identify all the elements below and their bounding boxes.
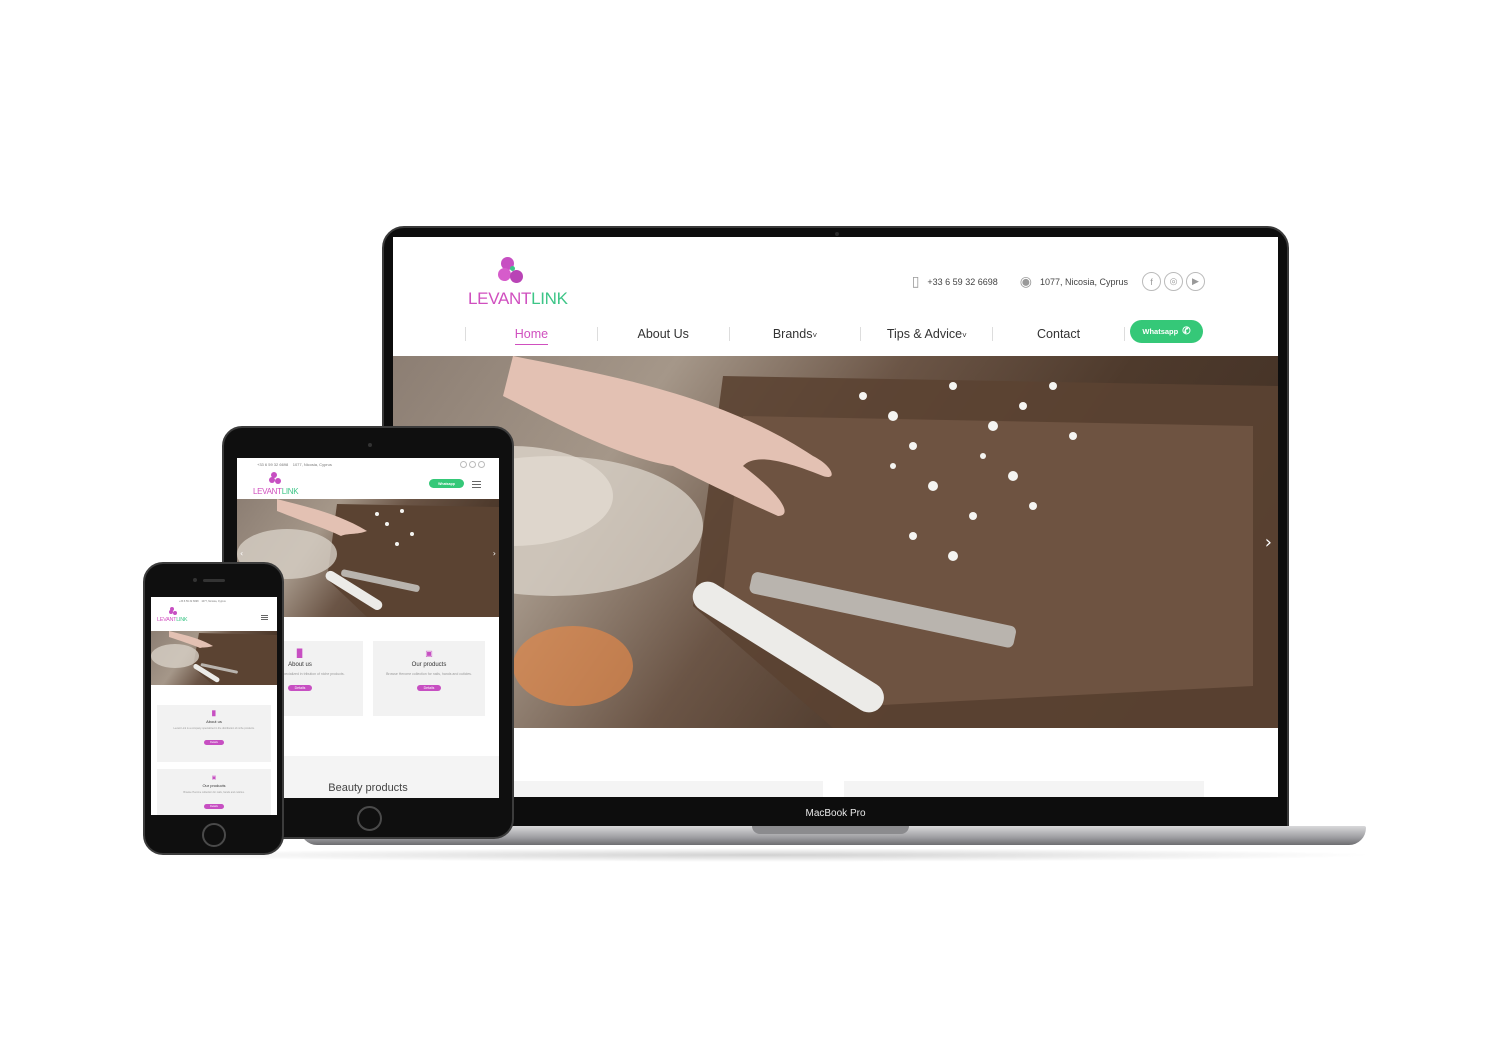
chevron-down-icon: ˅ [812, 331, 818, 340]
logo[interactable]: LEVANTLINK [253, 472, 303, 500]
hero-image [151, 631, 277, 685]
camera-icon [368, 443, 372, 447]
iphone-device: +33 6 59 32 6698 1077, Nicosia, Cyprus L… [143, 562, 284, 855]
products-icon: ▣ [425, 649, 433, 658]
products-card-desc: Browse Herome collection for nails, hand… [183, 791, 245, 794]
slider-next-arrow[interactable]: › [1265, 532, 1272, 553]
slider-next-arrow[interactable]: › [493, 549, 496, 558]
contact-info: +33 6 59 32 6698 1077, Nicosia, Cyprus [179, 600, 226, 603]
nav-brands[interactable]: Brands˅ [730, 327, 861, 341]
device-label: MacBook Pro [805, 808, 866, 819]
card-placeholder [493, 781, 823, 797]
content-area [393, 728, 1278, 797]
whatsapp-button[interactable]: Whatsapp ✆ [1130, 320, 1203, 343]
home-button[interactable] [202, 823, 226, 847]
site-header: LEVANTLINK ▯ +33 6 59 32 6698 ◉ 1077, Ni… [393, 237, 1278, 355]
products-icon: ▣ [211, 775, 217, 781]
facebook-icon[interactable] [460, 461, 467, 468]
logo-flower-icon [496, 257, 530, 287]
phone-number[interactable]: +33 6 59 32 6698 [927, 277, 997, 287]
about-card-title: About us [206, 719, 222, 724]
location-pin-icon: ◉ [1019, 273, 1032, 289]
contact-info: +33 6 59 32 6698 1077, Nicosia, Cyprus [257, 462, 332, 467]
card-placeholder [844, 781, 1204, 797]
main-nav: Home About Us Brands˅ Tips & Advice˅ Con… [465, 323, 1205, 345]
products-details-button[interactable]: Details [204, 804, 224, 809]
instagram-icon[interactable]: ◎ [1164, 272, 1183, 291]
chevron-down-icon: ˅ [962, 331, 967, 340]
speaker [203, 579, 225, 582]
youtube-icon[interactable]: ▶ [1186, 272, 1205, 291]
laptop-website: LEVANTLINK ▯ +33 6 59 32 6698 ◉ 1077, Ni… [393, 237, 1278, 797]
whatsapp-icon: ✆ [1182, 326, 1191, 337]
about-card-desc: Levant Link is a company specialized in … [173, 727, 255, 730]
menu-icon[interactable] [261, 615, 268, 622]
nav-tips[interactable]: Tips & Advice˅ [861, 327, 992, 341]
instagram-icon[interactable] [469, 461, 476, 468]
about-details-button[interactable]: Details [287, 685, 313, 691]
camera-icon [835, 232, 839, 236]
products-card-title: Our products [411, 662, 447, 668]
products-card: ▣ Our products Browse Herome collection … [373, 641, 485, 716]
hero-image [403, 356, 1278, 728]
phone-icon: ▯ [911, 273, 920, 289]
nav-about[interactable]: About Us [598, 327, 729, 341]
facebook-icon[interactable]: f [1142, 272, 1161, 291]
address: 1077, Nicosia, Cyprus [1039, 276, 1128, 287]
logo[interactable]: LEVANTLINK [468, 255, 568, 311]
book-icon: ▉ [212, 711, 216, 717]
macbook-notch [752, 826, 909, 834]
logo-flower-icon [169, 607, 179, 617]
about-card: ▉ About us Levant Link is a company spec… [157, 705, 271, 762]
whatsapp-button[interactable]: Whatsapp [429, 479, 464, 488]
contact-info: ▯ +33 6 59 32 6698 ◉ 1077, Nicosia, Cypr… [912, 273, 1128, 290]
products-card: ▣ Our products Browse Herome collection … [157, 769, 271, 815]
logo-text: LEVANTLINK [157, 617, 188, 623]
products-card-title: Our products [202, 783, 226, 788]
nav-home[interactable]: Home [466, 327, 597, 345]
logo-text: LEVANTLINK [253, 487, 299, 496]
logo[interactable]: LEVANTLINK [157, 607, 193, 629]
laptop-shadow [140, 848, 1380, 862]
macbook-screen: LEVANTLINK ▯ +33 6 59 32 6698 ◉ 1077, Ni… [382, 226, 1289, 828]
hero-slider [151, 631, 277, 685]
products-details-button[interactable]: Details [416, 685, 442, 691]
about-details-button[interactable]: Details [204, 740, 224, 745]
slider-prev-arrow[interactable]: ‹ [240, 549, 243, 558]
youtube-icon[interactable] [478, 461, 485, 468]
menu-icon[interactable] [472, 481, 481, 490]
logo-flower-icon [269, 472, 283, 486]
social-links: f ◎ ▶ [1142, 272, 1205, 291]
logo-text: LEVANTLINK [468, 289, 568, 308]
phone-website: +33 6 59 32 6698 1077, Nicosia, Cyprus L… [151, 597, 277, 815]
nav-contact[interactable]: Contact [993, 327, 1124, 341]
camera-icon [193, 578, 197, 582]
social-links [460, 461, 485, 468]
products-card-desc: Browse Herome collection for nails, hand… [386, 672, 472, 676]
home-button[interactable] [357, 806, 382, 831]
hero-slider: › [393, 356, 1278, 728]
